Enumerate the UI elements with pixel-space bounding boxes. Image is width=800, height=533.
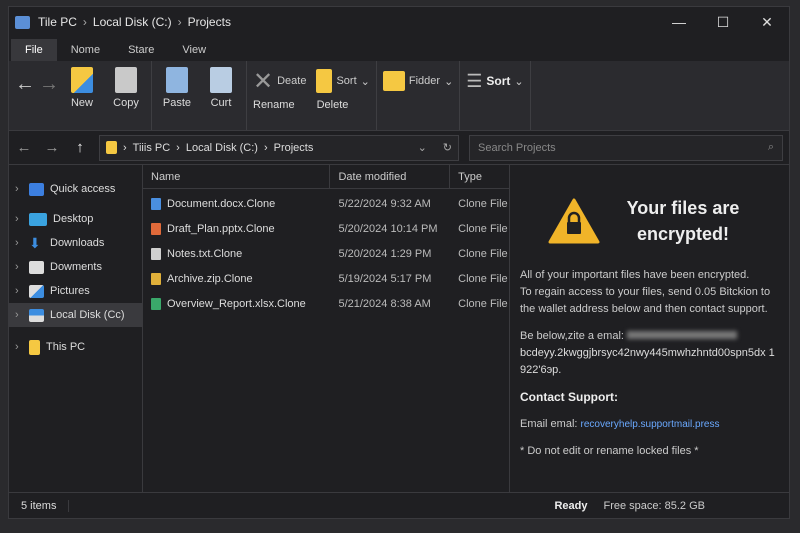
file-date: 5/22/2024 9:32 AM bbox=[338, 197, 431, 210]
crumb[interactable]: Projects bbox=[274, 142, 314, 154]
file-type: Clone File bbox=[458, 272, 508, 285]
minimize-button[interactable]: — bbox=[657, 7, 701, 37]
file-name: Overview_Report.xlsx.Clone bbox=[167, 297, 306, 310]
copy-button[interactable]: Copy bbox=[107, 67, 145, 109]
sidebar-item-documents[interactable]: › Dowments bbox=[9, 255, 142, 279]
file-type: Clone File bbox=[458, 197, 508, 210]
file-explorer-window: Tile PC › Local Disk (C:) › Projects — ☐ ✕… bbox=[8, 6, 790, 519]
file-type: Clone File bbox=[458, 247, 508, 260]
contact-heading: Contact Support: bbox=[520, 390, 618, 404]
search-icon: ⌕ bbox=[767, 141, 774, 153]
rename-button[interactable]: Rename bbox=[253, 99, 295, 111]
chevron-down-icon[interactable]: ⌄ bbox=[418, 141, 427, 154]
sidebar-item-pictures[interactable]: › Pictures bbox=[9, 279, 142, 303]
warning-lock-icon bbox=[548, 198, 600, 244]
ransom-heading: Your files are encrypted! bbox=[626, 198, 740, 244]
file-icon bbox=[151, 197, 161, 210]
address-bar[interactable]: › Tiiis PC › Local Disk (C:) › Projects ⌄ … bbox=[99, 134, 459, 161]
ransom-note-panel: Your files are encrypted! All of your im… bbox=[510, 165, 789, 492]
file-icon bbox=[151, 297, 161, 310]
column-type[interactable]: Type bbox=[450, 165, 509, 188]
sidebar-item-desktop[interactable]: › Desktop bbox=[9, 207, 142, 231]
folder-dropdown[interactable]: Fidder ⌄ bbox=[382, 67, 453, 95]
wallet-address: bcdeуy.2kwggjbrsуc42nwy445mwhzhntd00spn5… bbox=[520, 347, 775, 376]
tab-share[interactable]: Stare bbox=[114, 39, 168, 61]
folder-icon bbox=[106, 141, 117, 154]
maximize-button[interactable]: ☐ bbox=[701, 7, 745, 37]
file-name: Archive.zip.Clone bbox=[167, 272, 253, 285]
title-crumb: Tile PC bbox=[38, 15, 77, 29]
folder-icon bbox=[15, 15, 30, 29]
x-icon: ✕ bbox=[253, 67, 274, 95]
sidebar-item-downloads[interactable]: › ⬇ Downloads bbox=[9, 231, 142, 255]
sidebar-item-local-disk[interactable]: › Local Disk (Cc) bbox=[9, 303, 142, 327]
title-bar: Tile PC › Local Disk (C:) › Projects — ☐ ✕ bbox=[9, 7, 789, 37]
refresh-icon[interactable]: ↻ bbox=[443, 141, 452, 154]
warning-text: * Do not edit or rename locked files * bbox=[520, 445, 699, 457]
sort-dropdown[interactable]: Sort ⌄ bbox=[316, 67, 370, 95]
ribbon: ← → New Copy Paste Curt ✕ Deate Sort ⌄ Ren… bbox=[9, 61, 789, 131]
file-type: Clone File bbox=[458, 297, 508, 310]
cut-icon bbox=[210, 67, 232, 93]
file-list: Name Date modified Type Document.docx.Cl… bbox=[143, 165, 510, 492]
file-icon bbox=[151, 272, 161, 285]
file-date: 5/21/2024 8:38 AM bbox=[338, 297, 431, 310]
file-row[interactable]: Overview_Report.xlsx.Clone 5/21/2024 8:38… bbox=[143, 291, 509, 316]
new-button[interactable]: New bbox=[63, 67, 101, 109]
forward-button[interactable]: → bbox=[43, 139, 61, 156]
file-row[interactable]: Notes.txt.Clone 5/20/2024 1:29 PM Clone Fi… bbox=[143, 241, 509, 266]
ransom-text: To regain access to your files, send 0.0… bbox=[520, 286, 771, 315]
back-button[interactable]: ← bbox=[15, 139, 33, 156]
redacted-blur bbox=[627, 331, 738, 339]
up-button[interactable]: ↑ bbox=[71, 139, 89, 156]
file-name: Document.docx.Clone bbox=[167, 197, 276, 210]
item-count: 5 items bbox=[9, 499, 70, 512]
sort-menu[interactable]: ☰ Sort ⌄ bbox=[466, 67, 523, 95]
free-space: Free space: 85.2 GB bbox=[603, 499, 706, 512]
file-name: Notes.txt.Clone bbox=[167, 247, 243, 260]
file-icon bbox=[151, 247, 161, 260]
folder-icon bbox=[316, 69, 333, 93]
back-arrow-icon[interactable]: ← bbox=[15, 73, 35, 96]
title-crumb: Local Disk (C:) bbox=[92, 15, 172, 29]
file-date: 5/20/2024 1:29 PM bbox=[338, 247, 432, 260]
status-bar: 5 items Ready Free space: 85.2 GB bbox=[9, 492, 789, 518]
cut-button[interactable]: Curt bbox=[202, 67, 240, 109]
file-row[interactable]: Archive.zip.Clone 5/19/2024 5:17 PM Clone … bbox=[143, 266, 509, 291]
file-row[interactable]: Document.docx.Clone 5/22/2024 9:32 AM Clon… bbox=[143, 191, 509, 216]
delete-button[interactable]: Delete bbox=[317, 99, 349, 111]
column-date[interactable]: Date modified bbox=[330, 165, 451, 188]
new-icon bbox=[71, 67, 93, 93]
ransom-text: Be below,zite a emal: bbox=[520, 328, 779, 345]
lines-icon: ☰ bbox=[466, 70, 483, 91]
tab-view[interactable]: View bbox=[168, 39, 220, 61]
search-input[interactable]: Search Projects ⌕ bbox=[469, 134, 783, 161]
clipboard-icon bbox=[115, 67, 137, 93]
paste-icon bbox=[166, 67, 188, 93]
tab-home[interactable]: Nome bbox=[57, 39, 114, 61]
folder-icon bbox=[382, 71, 405, 91]
forward-arrow-icon[interactable]: → bbox=[39, 73, 59, 96]
column-name[interactable]: Name bbox=[143, 165, 331, 188]
deate-button[interactable]: ✕ Deate bbox=[253, 67, 306, 95]
ransom-text: All of your important files have been en… bbox=[520, 269, 750, 281]
file-name: Draft_Plan.pptx.Clone bbox=[167, 222, 275, 235]
file-date: 5/20/2024 10:14 PM bbox=[338, 222, 438, 235]
crumb[interactable]: Tiiis PC bbox=[133, 142, 170, 154]
close-button[interactable]: ✕ bbox=[745, 7, 789, 37]
paste-button[interactable]: Paste bbox=[158, 67, 196, 109]
sidebar-item-this-pc[interactable]: › This PC bbox=[9, 335, 142, 359]
file-row[interactable]: Draft_Plan.pptx.Clone 5/20/2024 10:14 PM C… bbox=[143, 216, 509, 241]
sidebar-item-quick-access[interactable]: › Quick access bbox=[9, 177, 142, 201]
sidebar: › Quick access › Desktop › ⬇ Downloads › Dowm… bbox=[9, 165, 143, 492]
crumb[interactable]: Local Disk (C:) bbox=[186, 142, 258, 154]
file-date: 5/19/2024 5:17 PM bbox=[338, 272, 432, 285]
tab-file[interactable]: File bbox=[11, 39, 57, 61]
email-label: Email emal: bbox=[520, 418, 578, 430]
file-icon bbox=[151, 222, 161, 235]
email-link[interactable]: recoveryhelp.supportmail.press bbox=[581, 419, 720, 430]
status-ready: Ready bbox=[554, 499, 588, 512]
file-type: Clone File bbox=[458, 222, 508, 235]
title-crumb: Projects bbox=[187, 15, 231, 29]
